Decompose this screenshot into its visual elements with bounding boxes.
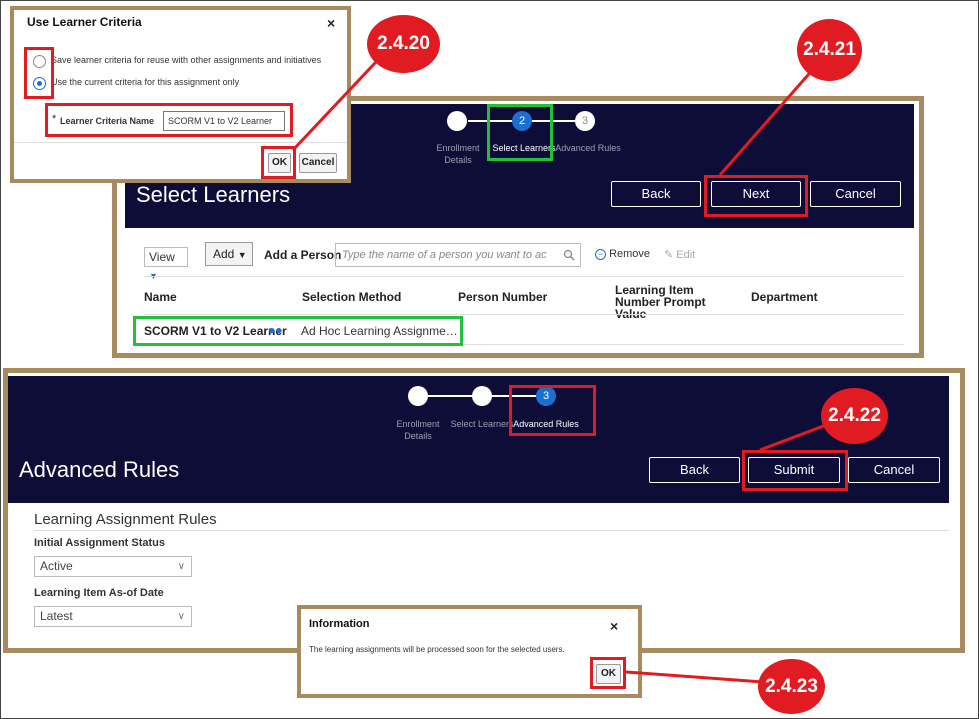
callout-badge-2423: 2.4.23 — [758, 659, 825, 714]
callout-badge-2421: 2.4.21 — [797, 19, 862, 81]
callout-badge-2422: 2.4.22 — [821, 388, 888, 444]
callout-lines — [291, 43, 851, 686]
callout-badge-2420: 2.4.20 — [367, 15, 440, 73]
